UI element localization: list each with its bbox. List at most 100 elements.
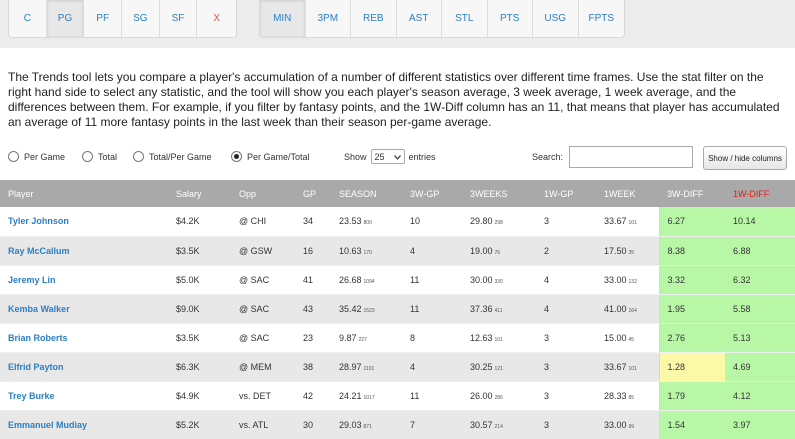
col-header-opp[interactable]: Opp (231, 180, 295, 207)
three-week-gp-cell: 11 (402, 294, 462, 324)
one-week-cell-total: 164 (628, 307, 637, 314)
player-link[interactable]: Tyler Johnson (0, 207, 168, 237)
col-header-3weeks[interactable]: 3WEEKS (462, 180, 536, 207)
col-header-1w-gp[interactable]: 1W-GP (536, 180, 596, 207)
stat-filter-min-button[interactable]: MIN (260, 0, 306, 37)
salary-cell: $6.3K (168, 352, 231, 382)
games-played-cell: 41 (295, 265, 331, 295)
col-header-season[interactable]: SEASON (331, 180, 402, 207)
player-link[interactable]: Emmanuel Mudiay (0, 410, 168, 439)
games-played-cell: 16 (295, 236, 331, 266)
three-week-diff-cell: 6.27 (658, 207, 725, 237)
col-header-gp[interactable]: GP (295, 180, 331, 207)
stat-filter-pts-button[interactable]: PTS (488, 0, 533, 37)
one-week-diff-cell: 4.69 (725, 352, 795, 382)
stat-filter-stl-button[interactable]: STL (442, 0, 488, 37)
position-filter-c-button[interactable]: C (9, 0, 47, 37)
table-row: Brian Roberts $3.5K @ SAC 23 9.87 227 8 12.63 10… (0, 323, 795, 353)
col-header-3w-gp[interactable]: 3W-GP (402, 180, 462, 207)
games-played-cell-value: 16 (303, 245, 314, 256)
salary-cell-value: $4.9K (176, 390, 200, 401)
season-cell-total: 871 (363, 423, 372, 430)
player-link-value[interactable]: Jeremy Lin (8, 275, 56, 285)
stat-filter-3pm-button[interactable]: 3PM (306, 0, 351, 37)
player-link-value[interactable]: Trey Burke (8, 391, 55, 401)
salary-cell: $9.0K (168, 294, 231, 324)
player-link-value[interactable]: Brian Roberts (8, 333, 68, 343)
one-week-cell: 28.33 85 (596, 381, 659, 411)
radio-per-game-total[interactable] (231, 151, 242, 162)
position-filter-sg-button[interactable]: SG (122, 0, 160, 37)
player-link[interactable]: Kemba Walker (0, 294, 168, 324)
one-week-diff-cell-value: 5.13 (733, 332, 751, 343)
radio-total[interactable] (82, 151, 93, 162)
games-played-cell-value: 34 (303, 216, 314, 227)
view-option-total-per-game[interactable]: Total/Per Game (133, 151, 212, 162)
salary-cell: $5.2K (168, 410, 231, 439)
col-header-3w-diff[interactable]: 3W-DIFF (659, 180, 725, 207)
search-input[interactable] (569, 146, 693, 168)
salary-cell-value: $3.5K (176, 332, 200, 343)
stat-filter-ast-button[interactable]: AST (397, 0, 442, 37)
three-week-diff-cell-value: 3.32 (667, 274, 686, 285)
position-filter-x-button[interactable]: X (197, 0, 236, 37)
view-option-per-game-total[interactable]: Per Game/Total (231, 151, 310, 162)
position-filter-pg-button[interactable]: PG (46, 0, 85, 37)
view-option-total[interactable]: Total (82, 151, 117, 162)
games-played-cell: 43 (295, 294, 331, 324)
table-row: Ray McCallum $3.5K @ GSW 16 10.63 170 4 19.00 76… (0, 236, 795, 266)
stat-filter-fpts-button[interactable]: FPTS (579, 0, 625, 37)
three-weeks-cell-value: 12.63 (470, 332, 493, 343)
season-cell-total: 1094 (363, 278, 375, 285)
opponent-cell-value: @ SAC (239, 303, 270, 314)
salary-cell: $3.5K (168, 236, 231, 266)
player-link[interactable]: Elfrid Payton (0, 352, 168, 382)
player-link[interactable]: Jeremy Lin (0, 265, 168, 295)
show-hide-columns-button[interactable]: Show / hide columns (703, 146, 787, 170)
three-weeks-cell-total: 121 (494, 365, 503, 372)
one-week-cell-value: 15.00 (604, 332, 627, 343)
one-week-gp-cell-value: 4 (544, 303, 550, 314)
player-link-value[interactable]: Kemba Walker (8, 304, 70, 314)
opponent-cell-value: @ GSW (239, 245, 273, 256)
entries-select[interactable]: 25 (370, 149, 405, 164)
one-week-cell-total: 45 (628, 336, 635, 343)
table-row: Kemba Walker $9.0K @ SAC 43 35.42 1523 11 37.36… (0, 294, 795, 324)
show-label: Show (344, 151, 367, 162)
season-cell-value: 26.68 (339, 274, 362, 285)
player-link[interactable]: Ray McCallum (0, 236, 168, 266)
three-week-diff-cell-value: 6.27 (667, 216, 686, 227)
player-link-value[interactable]: Emmanuel Mudiay (8, 420, 87, 430)
season-cell-value: 9.87 (339, 332, 357, 343)
season-cell-value: 35.42 (339, 303, 362, 314)
one-week-diff-cell: 6.88 (725, 236, 795, 266)
player-link[interactable]: Trey Burke (0, 381, 168, 411)
entries-value: 25 (374, 151, 385, 162)
one-week-gp-cell: 4 (536, 294, 596, 324)
stat-filter-usg-button[interactable]: USG (533, 0, 579, 37)
position-filter-pf-button[interactable]: PF (84, 0, 123, 37)
col-header-player[interactable]: Player (0, 180, 168, 207)
radio-per-game[interactable] (8, 151, 19, 162)
season-cell-total: 227 (358, 336, 367, 343)
position-filter-group: C PG PF SG SF X (8, 0, 237, 38)
position-filter-sf-button[interactable]: SF (160, 0, 198, 37)
three-week-gp-cell: 11 (402, 381, 462, 411)
player-link-value[interactable]: Tyler Johnson (8, 216, 69, 226)
three-week-gp-cell: 11 (402, 265, 462, 295)
col-header-1w-diff[interactable]: 1W-DIFF (725, 180, 795, 207)
view-option-per-game[interactable]: Per Game (8, 151, 65, 162)
player-link-value[interactable]: Elfrid Payton (8, 362, 64, 372)
col-header-1week[interactable]: 1WEEK (596, 180, 659, 207)
one-week-gp-cell: 2 (536, 236, 596, 266)
player-link-value[interactable]: Ray McCallum (8, 246, 70, 256)
season-cell-value: 23.53 (339, 216, 362, 227)
one-week-gp-cell-value: 3 (544, 390, 550, 401)
one-week-gp-cell-value: 3 (544, 361, 550, 372)
three-week-diff-cell: 1.79 (658, 381, 725, 411)
stat-filter-reb-button[interactable]: REB (351, 0, 397, 37)
games-played-cell-value: 42 (303, 390, 314, 401)
col-header-salary[interactable]: Salary (168, 180, 231, 207)
player-link[interactable]: Brian Roberts (0, 323, 168, 353)
radio-total-per-game[interactable] (133, 151, 144, 162)
